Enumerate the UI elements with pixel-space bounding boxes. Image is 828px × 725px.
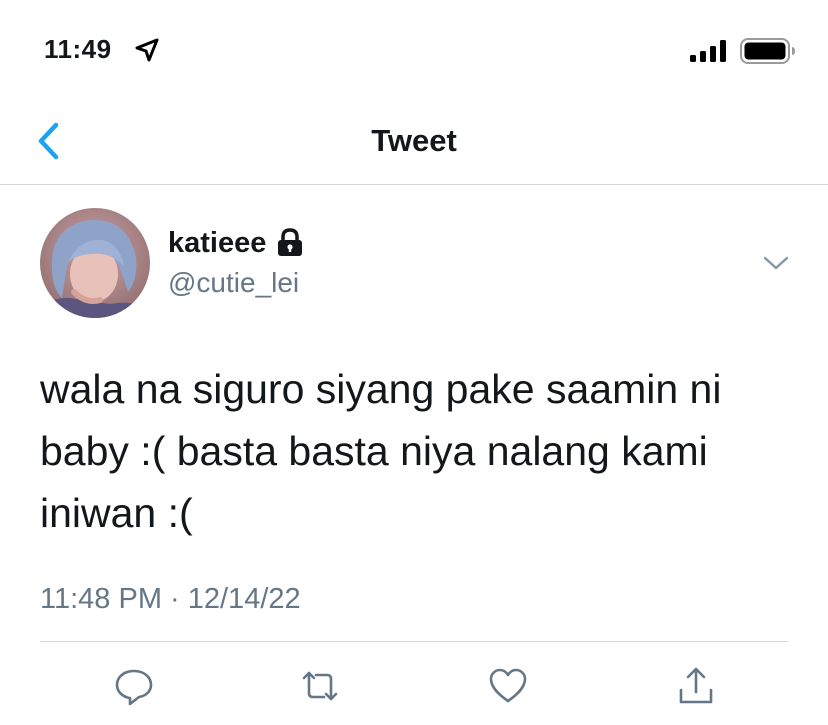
retweet-button[interactable] [300, 666, 340, 706]
reply-icon [114, 666, 154, 706]
share-icon [676, 666, 716, 706]
author-name-row[interactable]: katieee [168, 226, 304, 260]
status-time: 11:49 [44, 34, 112, 64]
cellular-signal-icon [690, 40, 728, 62]
tweet-text: wala na siguro siyang pake saamin ni bab… [40, 366, 722, 536]
reply-button[interactable] [114, 666, 154, 706]
tweet-timestamp[interactable]: 11:48 PM · 12/14/22 [40, 580, 301, 618]
like-button[interactable] [488, 666, 528, 706]
tweet-options-button[interactable] [758, 248, 794, 278]
handle[interactable]: @cutie_lei [168, 266, 299, 300]
chevron-down-icon [758, 248, 794, 278]
display-name: katieee [168, 227, 267, 259]
page-title: Tweet [371, 123, 457, 158]
location-arrow-icon [134, 37, 160, 63]
share-button[interactable] [676, 666, 716, 706]
avatar[interactable] [40, 208, 150, 318]
action-divider [40, 641, 788, 642]
heart-icon [488, 666, 528, 706]
retweet-icon [300, 666, 340, 706]
lock-icon [276, 228, 304, 258]
nav-divider [0, 184, 828, 185]
battery-icon [740, 37, 796, 65]
